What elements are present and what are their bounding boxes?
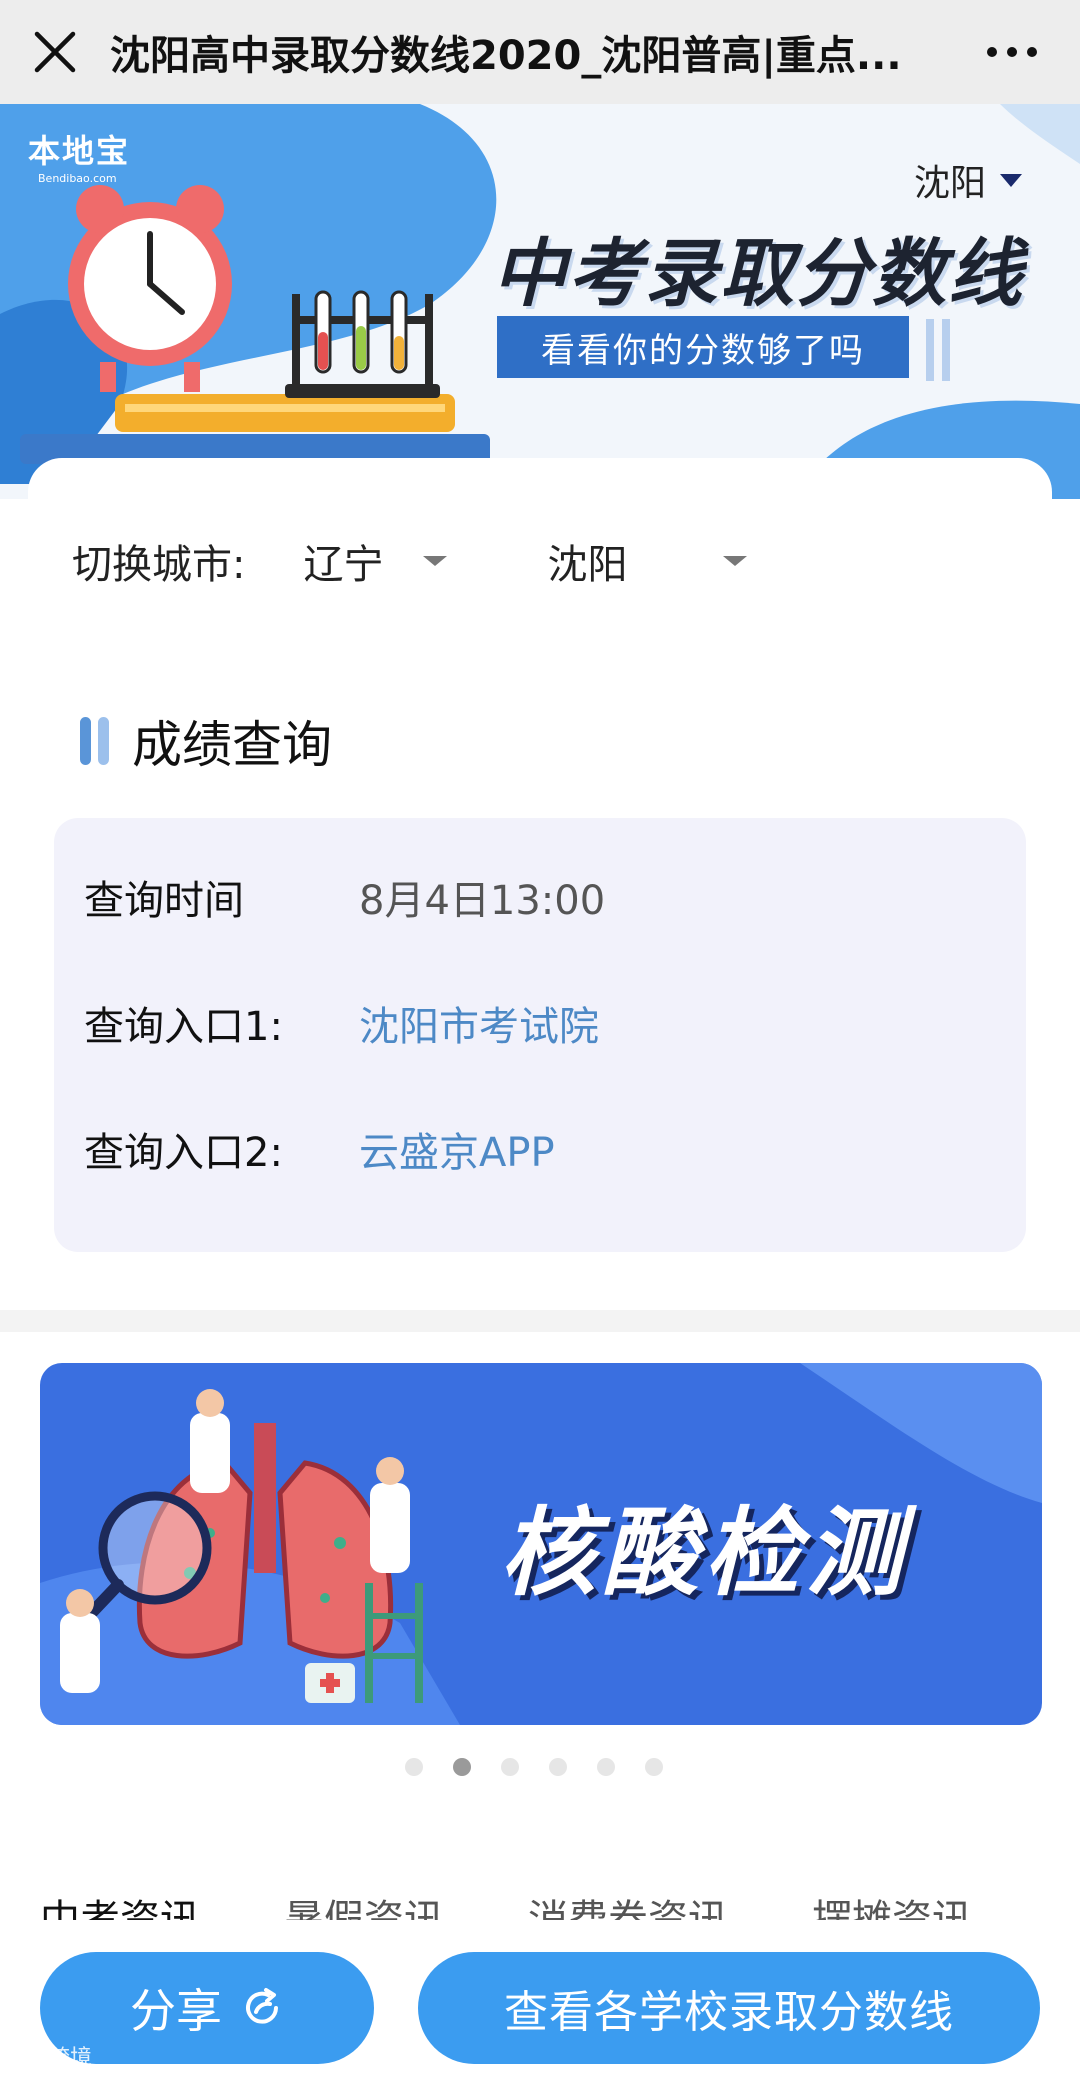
banner-city-select[interactable]: 沈阳 [914,154,1022,206]
tab-zhongkao-news[interactable]: 中考资讯 [40,1880,200,1920]
more-button[interactable] [984,24,1040,80]
banner-city-label: 沈阳 [913,163,986,204]
bendibao-logo: 本地宝 Bendibao.com [28,132,131,185]
caret-down-icon [1000,173,1022,187]
province-value: 辽宁 [303,542,384,588]
caret-down-icon [723,556,748,566]
view-school-scores-button[interactable]: 查看各学校录取分数线 [418,1952,1040,2064]
carousel-dot[interactable] [597,1758,615,1776]
content-card [28,458,1052,538]
share-icon [246,1988,278,2024]
carousel-dot-active[interactable] [453,1758,471,1776]
city-value: 沈阳 [547,542,628,588]
banner-subline: 看看你的分数够了吗 [497,316,909,378]
section-divider [0,1310,1080,1332]
province-dropdown[interactable]: 辽宁 [303,532,448,590]
section-title-text: 成绩查询 [132,716,332,774]
decor-bars-icon [926,319,950,381]
section-title-score-query: 成绩查询 [80,705,332,777]
tab-voucher-news[interactable]: 消费券资讯 [528,1880,728,1920]
section-marker-icon [80,717,116,765]
close-icon [34,31,76,73]
carousel-dot[interactable] [405,1758,423,1776]
query-label: 查询入口2: [84,1130,283,1176]
city-switch-label: 切换城市: [72,542,246,588]
query-label: 查询入口1: [84,1004,283,1050]
query-row-time: 查询时间 8月4日13:00 [84,868,605,926]
carousel-dot[interactable] [501,1758,519,1776]
ad-title: 核酸检测 [500,1497,908,1609]
banner-headline: 中考录取分数线 [492,231,1024,317]
carousel-indicator [405,1758,693,1776]
header-banner: 本地宝 Bendibao.com 沈阳 中考录取分数线 看看你的分数够了吗 [0,104,1080,499]
query-time-value: 8月4日13:00 [359,878,606,924]
score-query-box: 查询时间 8月4日13:00 查询入口1: 沈阳市考试院 查询入口2: 云盛京A… [54,818,1026,1252]
tab-stall-news[interactable]: 摆摊资讯 [812,1880,972,1920]
query-row-entry-2: 查询入口2: 云盛京APP [84,1120,555,1178]
watermark: 大数跨境 [4,2046,93,2071]
tab-summer-news[interactable]: 暑假资讯 [284,1880,444,1920]
top-bar: 沈阳高中录取分数线2020_沈阳普高|重点... [0,0,1080,104]
carousel-dot[interactable] [549,1758,567,1776]
city-switch-row: 切换城市: 辽宁 沈阳 [72,532,748,590]
news-tabs: 中考资讯 暑假资讯 消费券资讯 摆摊资讯 [40,1880,1080,1920]
city-dropdown[interactable]: 沈阳 [547,532,748,590]
more-horizontal-icon [987,47,1037,57]
share-button-label: 分享 [130,1984,222,2038]
page-title: 沈阳高中录取分数线2020_沈阳普高|重点... [110,33,902,79]
caret-down-icon [423,556,448,566]
ad-banner[interactable]: 核酸检测 [40,1363,1042,1725]
query-entry-2-link[interactable]: 云盛京APP [359,1120,555,1178]
carousel-dot[interactable] [645,1758,663,1776]
query-label: 查询时间 [84,878,244,924]
query-row-entry-1: 查询入口1: 沈阳市考试院 [84,994,599,1052]
query-entry-1-link[interactable]: 沈阳市考试院 [359,994,599,1052]
close-button[interactable] [0,0,110,104]
